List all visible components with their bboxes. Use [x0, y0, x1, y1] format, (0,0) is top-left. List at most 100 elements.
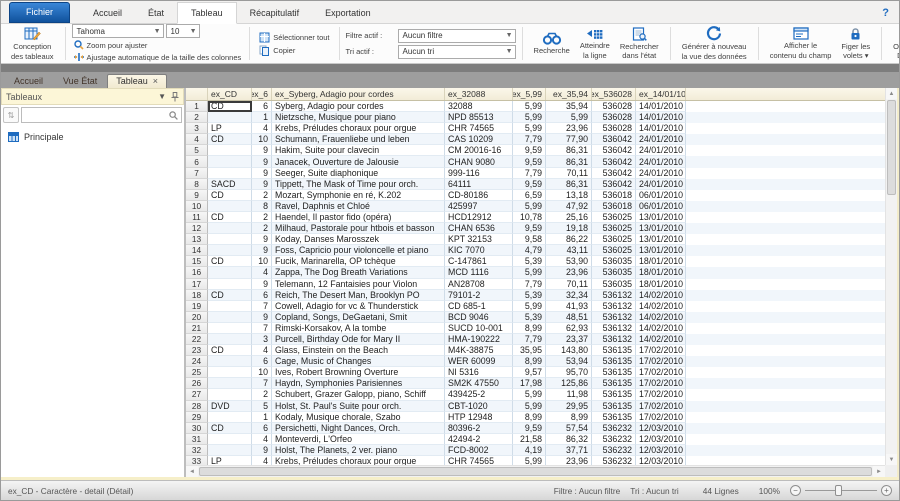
grid-cell[interactable]: 536042: [592, 134, 636, 145]
grid-cell[interactable]: NPD 85513: [445, 112, 513, 123]
row-number[interactable]: 10: [186, 201, 208, 212]
grid-cell[interactable]: 9: [252, 312, 272, 323]
ribbon-tab-exportation[interactable]: Exportation: [312, 3, 384, 23]
grid-cell[interactable]: 23,96: [546, 123, 592, 134]
grid-cell[interactable]: 9,57: [513, 367, 546, 378]
grid-cell[interactable]: Krebs, Préludes choraux pour orgue: [272, 123, 445, 134]
grid-cell[interactable]: [208, 412, 252, 423]
grid-cell[interactable]: CHR 74565: [445, 123, 513, 134]
grid-cell[interactable]: KIC 7070: [445, 245, 513, 256]
row-number[interactable]: 16: [186, 267, 208, 278]
grid-cell[interactable]: Copland, Songs, DeGaetani, Smit: [272, 312, 445, 323]
grid-cell[interactable]: 37,71: [546, 445, 592, 456]
grid-cell[interactable]: 7: [252, 323, 272, 334]
grid-cell[interactable]: 3: [252, 334, 272, 345]
grid-cell[interactable]: 32,34: [546, 290, 592, 301]
grid-cell[interactable]: NI 5316: [445, 367, 513, 378]
grid-cell[interactable]: Fucik, Marinarella, OP tchèque: [272, 256, 445, 267]
column-header[interactable]: ex_Syberg, Adagio pour cordes: [272, 88, 445, 100]
grid-cell[interactable]: 536135: [592, 345, 636, 356]
row-number[interactable]: 27: [186, 389, 208, 400]
grid-cell[interactable]: FCD-8002: [445, 445, 513, 456]
grid-cell[interactable]: Purcell, Birthday Ode for Mary II: [272, 334, 445, 345]
grid-cell[interactable]: 536035: [592, 267, 636, 278]
grid-cell[interactable]: 1: [252, 412, 272, 423]
zoom-to-fit-button[interactable]: Zoom pour ajuster: [72, 39, 244, 51]
sort-toggle-button[interactable]: ⇅: [3, 107, 19, 123]
grid-cell[interactable]: 5,99: [513, 267, 546, 278]
zoom-in-button[interactable]: +: [881, 485, 892, 496]
grid-cell[interactable]: Janacek, Ouverture de Jalousie: [272, 156, 445, 167]
grid-cell[interactable]: 536232: [592, 445, 636, 456]
grid-cell[interactable]: CD: [208, 423, 252, 434]
grid-cell[interactable]: CM 20016-16: [445, 145, 513, 156]
grid-cell[interactable]: 9: [252, 445, 272, 456]
grid-cell[interactable]: Hakim, Suite pour clavecin: [272, 145, 445, 156]
grid-cell[interactable]: Monteverdi, L'Orfeo: [272, 434, 445, 445]
scroll-left-icon[interactable]: ◄: [186, 466, 198, 477]
row-number[interactable]: 28: [186, 401, 208, 412]
row-number[interactable]: 32: [186, 445, 208, 456]
grid-cell[interactable]: Zappa, The Dog Breath Variations: [272, 267, 445, 278]
grid-cell[interactable]: HTP 12948: [445, 412, 513, 423]
grid-cell[interactable]: 2: [252, 212, 272, 223]
grid-cell[interactable]: 536028: [592, 112, 636, 123]
grid-cell[interactable]: 439425-2: [445, 389, 513, 400]
grid-cell[interactable]: AN28708: [445, 279, 513, 290]
grid-cell[interactable]: Ravel, Daphnis et Chloé: [272, 201, 445, 212]
grid-cell[interactable]: 9,59: [513, 145, 546, 156]
grid-cell[interactable]: 6: [252, 290, 272, 301]
grid-cell[interactable]: Cage, Music of Changes: [272, 356, 445, 367]
row-number[interactable]: 22: [186, 334, 208, 345]
grid-cell[interactable]: 17/02/2010: [636, 367, 686, 378]
grid-cell[interactable]: 536025: [592, 234, 636, 245]
grid-cell[interactable]: 14/02/2010: [636, 312, 686, 323]
scroll-up-icon[interactable]: ▲: [886, 88, 897, 99]
scroll-down-icon[interactable]: ▼: [886, 454, 897, 465]
grid-cell[interactable]: LP: [208, 123, 252, 134]
grid-cell[interactable]: 4: [252, 456, 272, 465]
search-icon[interactable]: [169, 111, 178, 120]
active-sort-select[interactable]: Aucun tri▼: [398, 45, 516, 59]
grid-cell[interactable]: CD: [208, 134, 252, 145]
row-number[interactable]: 6: [186, 156, 208, 167]
grid-cell[interactable]: 13/01/2010: [636, 245, 686, 256]
grid-cell[interactable]: 5,99: [513, 112, 546, 123]
grid-cell[interactable]: 13/01/2010: [636, 212, 686, 223]
grid-cell[interactable]: Holst, St. Paul's Suite pour orch.: [272, 401, 445, 412]
zoom-slider-track[interactable]: [805, 490, 877, 491]
grid-cell[interactable]: 536042: [592, 168, 636, 179]
grid-cell[interactable]: CHR 74565: [445, 456, 513, 465]
doc-tab-tableau[interactable]: Tableau×: [107, 74, 167, 88]
column-header[interactable]: ex_CD: [208, 88, 252, 100]
zoom-out-button[interactable]: −: [790, 485, 801, 496]
row-number[interactable]: 13: [186, 234, 208, 245]
grid-cell[interactable]: SUCD 10-001: [445, 323, 513, 334]
ribbon-tab-accueil[interactable]: Accueil: [80, 3, 135, 23]
ribbon-tab-tableau[interactable]: Tableau: [177, 2, 237, 24]
grid-cell[interactable]: 43,11: [546, 245, 592, 256]
grid-cell[interactable]: 5,99: [546, 112, 592, 123]
grid-cell[interactable]: 8,99: [513, 356, 546, 367]
grid-cell[interactable]: 10: [252, 367, 272, 378]
grid-cell[interactable]: 5,39: [513, 256, 546, 267]
row-number[interactable]: 21: [186, 323, 208, 334]
row-number[interactable]: 5: [186, 145, 208, 156]
grid-cell[interactable]: 48,51: [546, 312, 592, 323]
grid-cell[interactable]: HCD12912: [445, 212, 513, 223]
grid-cell[interactable]: LP: [208, 456, 252, 465]
row-number[interactable]: 4: [186, 134, 208, 145]
grid-cell[interactable]: [208, 312, 252, 323]
grid-cell[interactable]: 35,95: [513, 345, 546, 356]
grid-cell[interactable]: 53,90: [546, 256, 592, 267]
grid-cell[interactable]: CD: [208, 101, 252, 112]
grid-cell[interactable]: 86,32: [546, 434, 592, 445]
grid-cell[interactable]: 4: [252, 434, 272, 445]
grid-cell[interactable]: 25,16: [546, 212, 592, 223]
grid-cell[interactable]: CD-80186: [445, 190, 513, 201]
grid-cell[interactable]: 14/01/2010: [636, 123, 686, 134]
grid-cell[interactable]: 1: [252, 112, 272, 123]
grid-cell[interactable]: [208, 168, 252, 179]
grid-cell[interactable]: 536025: [592, 245, 636, 256]
grid-cell[interactable]: 5,99: [513, 301, 546, 312]
